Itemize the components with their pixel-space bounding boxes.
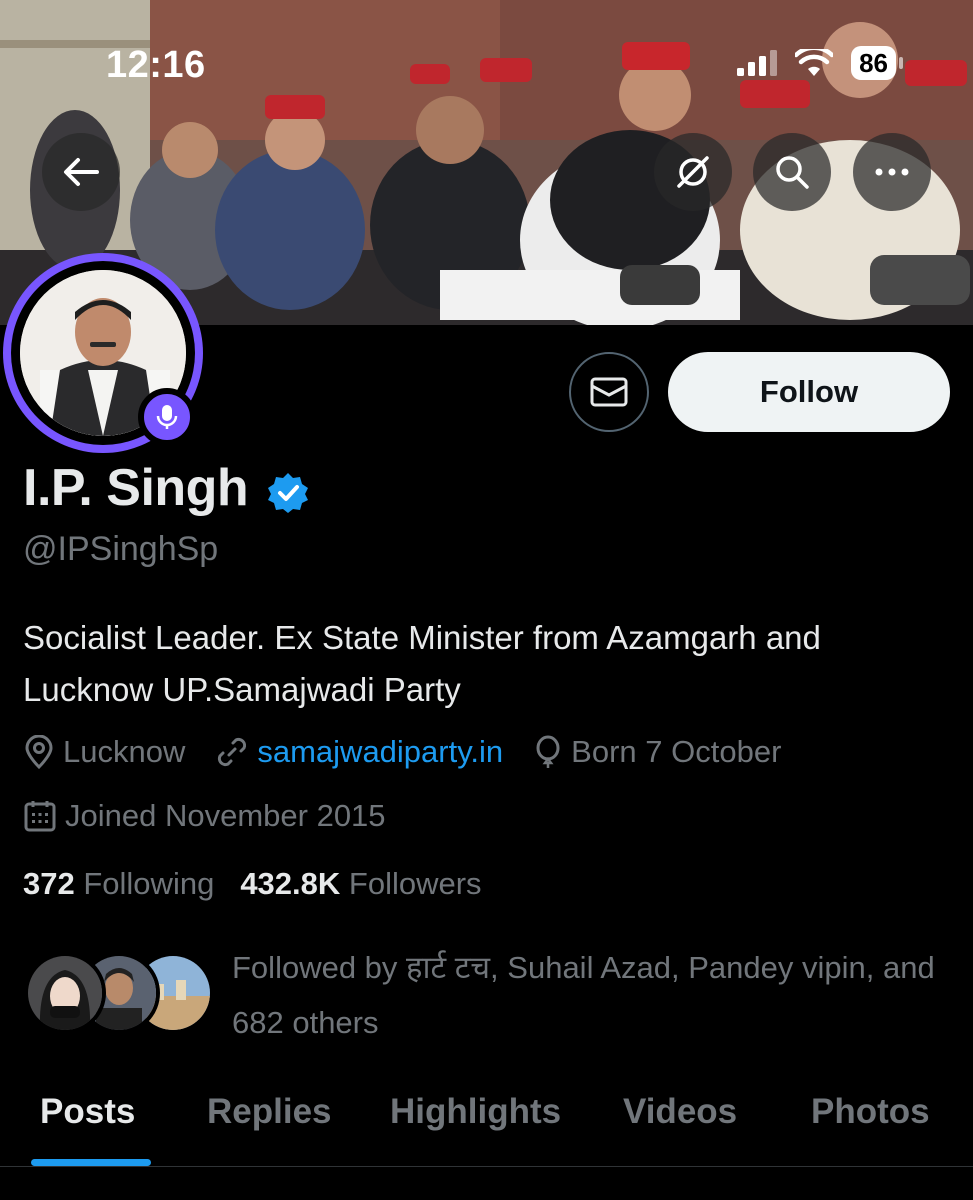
more-icon (875, 168, 909, 176)
spaces-badge[interactable] (138, 388, 196, 446)
following-link[interactable]: 372 Following (23, 866, 214, 902)
location-pin-icon (25, 735, 53, 769)
tab-posts[interactable]: Posts (40, 1092, 135, 1132)
signal-icon (737, 50, 778, 76)
tab-highlights[interactable]: Highlights (390, 1092, 561, 1132)
search-icon (776, 156, 809, 189)
website-link[interactable]: samajwadiparty.in (257, 734, 503, 770)
following-count: 372 (23, 866, 75, 901)
arrow-left-icon (64, 158, 99, 186)
balloon-icon (536, 735, 560, 768)
tab-photos[interactable]: Photos (811, 1092, 930, 1132)
location: Lucknow (23, 734, 185, 770)
status-icons: 86 (737, 46, 903, 80)
microphone-icon (156, 405, 178, 429)
link-icon (218, 737, 247, 767)
envelope-icon (590, 377, 628, 407)
grok-button[interactable] (654, 133, 732, 211)
follow-counts: 372 Following 432.8K Followers (23, 866, 482, 902)
battery-level: 86 (851, 46, 896, 80)
display-name: I.P. Singh (23, 459, 249, 517)
tab-videos[interactable]: Videos (623, 1092, 737, 1132)
joined-text: Joined November 2015 (65, 798, 386, 833)
profile-tabs: Posts Replies Highlights Videos Photos (0, 1078, 973, 1168)
profile-handle: @IPSinghSp (23, 530, 219, 568)
birthday: Born 7 October (533, 734, 781, 770)
following-label: Following (83, 866, 215, 901)
active-tab-indicator (31, 1159, 151, 1166)
divider (0, 1166, 973, 1167)
verified-badge-icon[interactable] (266, 471, 310, 515)
search-button[interactable] (753, 133, 831, 211)
battery-icon: 86 (851, 46, 903, 80)
status-time: 12:16 (106, 44, 206, 86)
profile-meta-row: Lucknow samajwadiparty.in Born 7 October (23, 734, 811, 770)
followers-link[interactable]: 432.8K Followers (240, 866, 481, 902)
avatar (24, 952, 106, 1034)
website[interactable]: samajwadiparty.in (215, 734, 503, 770)
back-button[interactable] (42, 133, 120, 211)
joined-row: Joined November 2015 (23, 798, 416, 834)
joined: Joined November 2015 (23, 798, 386, 834)
grok-icon (677, 156, 709, 188)
birthday-text: Born 7 October (571, 734, 782, 769)
more-button[interactable] (853, 133, 931, 211)
followers-count: 432.8K (240, 866, 341, 901)
followers-label: Followers (348, 866, 482, 901)
profile-bio: Socialist Leader. Ex State Minister from… (23, 619, 821, 708)
wifi-icon (795, 49, 834, 76)
mutual-followers-avatars[interactable] (24, 952, 214, 1034)
followed-by-text[interactable]: Followed by हार्ट टच, Suhail Azad, Pande… (232, 940, 952, 1050)
message-button[interactable] (569, 352, 649, 432)
tab-replies[interactable]: Replies (207, 1092, 332, 1132)
calendar-icon (24, 801, 56, 832)
follow-button[interactable]: Follow (668, 352, 950, 432)
location-text: Lucknow (63, 734, 186, 769)
